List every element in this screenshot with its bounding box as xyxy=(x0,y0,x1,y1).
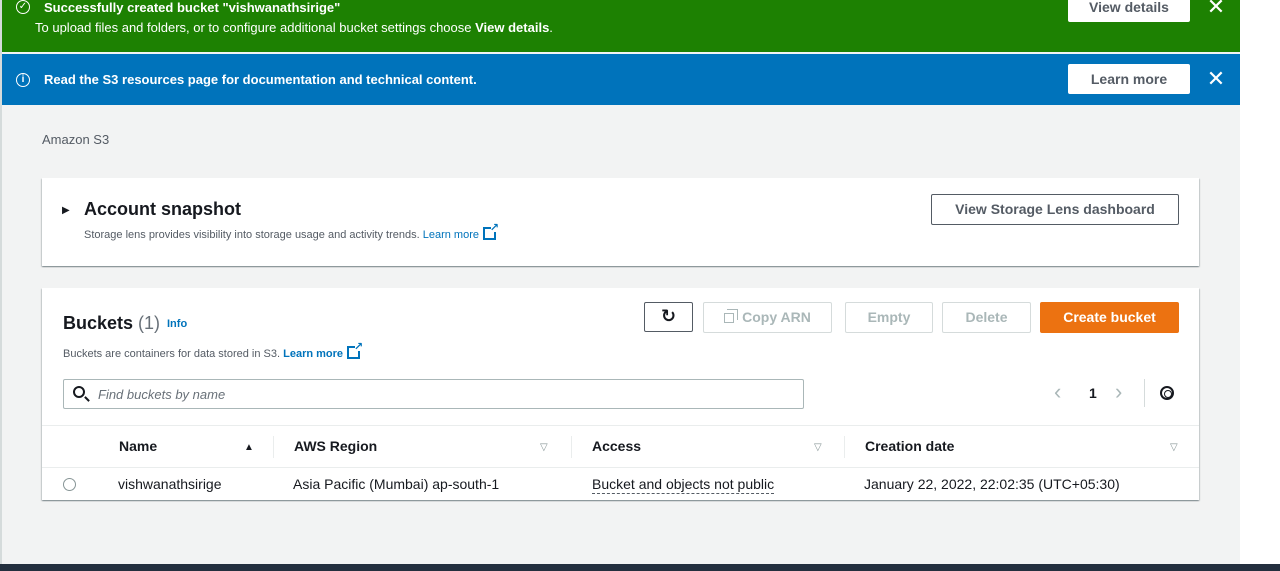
column-header-name[interactable]: Name ▲ xyxy=(119,426,254,467)
info-flashbar: i Read the S3 resources page for documen… xyxy=(2,54,1240,105)
external-link-icon xyxy=(347,340,363,359)
external-link-icon xyxy=(483,221,499,240)
learn-more-button[interactable]: Learn more xyxy=(1068,64,1190,94)
right-margin xyxy=(1240,0,1280,571)
view-storage-lens-button[interactable]: View Storage Lens dashboard xyxy=(931,194,1179,225)
expand-caret-icon[interactable]: ▶ xyxy=(62,205,70,216)
current-page-number[interactable]: 1 xyxy=(1089,385,1097,401)
close-success-flash-icon[interactable]: ✕ xyxy=(1206,0,1226,18)
success-flash-title: Successfully created bucket "vishwanaths… xyxy=(44,0,341,15)
sort-icon: ▽ xyxy=(1170,442,1178,453)
account-snapshot-panel: ▶ Account snapshot Storage lens provides… xyxy=(42,178,1199,266)
column-divider xyxy=(571,436,572,458)
buckets-panel: Buckets (1) Info Buckets are containers … xyxy=(42,288,1199,500)
close-info-flash-icon[interactable]: ✕ xyxy=(1206,68,1226,90)
view-details-button[interactable]: View details xyxy=(1068,0,1190,22)
account-snapshot-title[interactable]: Account snapshot xyxy=(84,199,241,220)
sort-ascending-icon: ▲ xyxy=(244,442,254,453)
buckets-learn-more-link[interactable]: Learn more xyxy=(283,348,343,360)
copy-arn-button[interactable]: Copy ARN xyxy=(703,302,832,333)
table-row: vishwanathsirige Asia Pacific (Mumbai) a… xyxy=(42,469,1199,500)
buckets-description: Buckets are containers for data stored i… xyxy=(63,340,363,360)
info-circle-icon: i xyxy=(16,73,30,87)
sort-icon: ▽ xyxy=(814,442,822,453)
bucket-count: (1) xyxy=(138,313,161,333)
column-header-access[interactable]: Access ▽ xyxy=(592,426,822,467)
search-input[interactable] xyxy=(98,380,798,408)
create-bucket-button[interactable]: Create bucket xyxy=(1040,302,1179,333)
bottom-bar xyxy=(0,564,1280,571)
empty-button[interactable]: Empty xyxy=(845,302,933,333)
previous-page-icon[interactable]: ‹ xyxy=(1054,380,1061,404)
column-header-region[interactable]: AWS Region ▽ xyxy=(294,426,548,467)
copy-icon xyxy=(724,309,739,323)
storage-lens-learn-more-link[interactable]: Learn more xyxy=(423,229,479,241)
next-page-icon[interactable]: › xyxy=(1115,380,1122,404)
refresh-icon: ↻ xyxy=(660,306,677,326)
settings-icon[interactable] xyxy=(1160,386,1174,400)
pager-divider xyxy=(1144,379,1145,407)
row-select-radio[interactable] xyxy=(63,478,76,491)
breadcrumb[interactable]: Amazon S3 xyxy=(42,132,109,147)
buckets-heading: Buckets (1) xyxy=(63,313,161,333)
check-circle-icon: ✓ xyxy=(16,0,30,14)
table-header: Name ▲ AWS Region ▽ Access ▽ Creation date ▽ xyxy=(42,425,1199,468)
search-icon xyxy=(73,386,85,398)
info-flash-title: Read the S3 resources page for documenta… xyxy=(44,72,477,87)
column-divider xyxy=(844,436,845,458)
success-flash-subtitle: To upload files and folders, or to confi… xyxy=(35,20,553,35)
bucket-access[interactable]: Bucket and objects not public xyxy=(592,476,775,494)
success-flashbar: ✓ Successfully created bucket "vishwanat… xyxy=(2,0,1240,52)
column-divider xyxy=(273,436,274,458)
bucket-region: Asia Pacific (Mumbai) ap-south-1 xyxy=(293,476,500,492)
bucket-search xyxy=(63,379,804,409)
account-snapshot-description: Storage lens provides visibility into st… xyxy=(84,221,499,241)
column-header-creation-date[interactable]: Creation date ▽ xyxy=(865,426,1178,467)
bucket-name-link[interactable]: vishwanathsirige xyxy=(118,476,222,492)
info-link[interactable]: Info xyxy=(167,318,187,330)
delete-button[interactable]: Delete xyxy=(942,302,1031,333)
refresh-button[interactable]: ↻ xyxy=(644,302,693,332)
bucket-creation-date: January 22, 2022, 22:02:35 (UTC+05:30) xyxy=(864,476,1120,492)
sort-icon: ▽ xyxy=(540,442,548,453)
